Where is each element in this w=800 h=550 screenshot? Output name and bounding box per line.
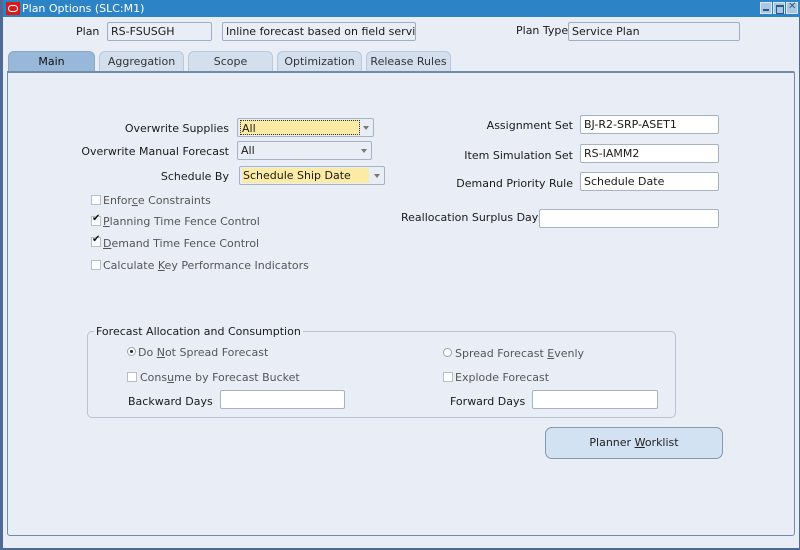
spread-evenly-label[interactable]: Spread Forecast Evenly xyxy=(455,347,584,360)
plan-options-window: Plan Options (SLC:M1) Plan RS-FSUSGH Inl… xyxy=(0,0,800,550)
overwrite-manual-forecast-select[interactable]: All xyxy=(237,141,372,160)
item-simulation-set-label: Item Simulation Set xyxy=(464,149,573,162)
forecast-group-title: Forecast Allocation and Consumption xyxy=(94,325,303,338)
demand-time-fence-label[interactable]: Demand Time Fence Control xyxy=(103,237,259,250)
demand-priority-rule-field[interactable]: Schedule Date xyxy=(580,172,719,191)
planning-time-fence-label[interactable]: Planning Time Fence Control xyxy=(103,215,260,228)
do-not-spread-label[interactable]: Do Not Spread Forecast xyxy=(138,346,268,359)
assignment-set-field[interactable]: BJ-R2-SRP-ASET1 xyxy=(580,115,719,134)
demand-priority-rule-label: Demand Priority Rule xyxy=(456,177,573,190)
chevron-down-icon xyxy=(361,149,367,153)
backward-days-label: Backward Days xyxy=(128,395,213,408)
consume-by-bucket-checkbox[interactable] xyxy=(127,372,137,382)
minimize-icon[interactable] xyxy=(760,2,772,14)
overwrite-supplies-label: Overwrite Supplies xyxy=(124,122,229,135)
overwrite-supplies-select[interactable]: All xyxy=(237,118,374,137)
plan-type-field[interactable]: Service Plan xyxy=(568,22,740,41)
planning-time-fence-checkbox[interactable] xyxy=(91,213,101,226)
schedule-by-value: Schedule Ship Date xyxy=(242,168,369,183)
tab-optimization[interactable]: Optimization xyxy=(277,51,362,71)
title-bar[interactable]: Plan Options (SLC:M1) xyxy=(3,0,800,17)
calculate-kpi-label[interactable]: Calculate Key Performance Indicators xyxy=(103,259,309,272)
plan-field[interactable]: RS-FSUSGH xyxy=(107,22,212,41)
tab-aggregation[interactable]: Aggregation xyxy=(99,51,184,71)
oracle-app-icon xyxy=(6,2,20,15)
enforce-constraints-checkbox[interactable] xyxy=(91,195,101,205)
planner-worklist-button[interactable]: Planner Worklist xyxy=(545,427,723,459)
overwrite-manual-forecast-value: All xyxy=(241,144,255,157)
tab-main[interactable]: Main xyxy=(8,51,95,71)
maximize-icon[interactable] xyxy=(773,2,785,14)
plan-type-label: Plan Type xyxy=(516,24,569,37)
schedule-by-label: Schedule By xyxy=(160,170,229,183)
backward-days-field[interactable] xyxy=(220,390,345,409)
schedule-by-select[interactable]: Schedule Ship Date xyxy=(239,166,385,185)
explode-forecast-checkbox[interactable] xyxy=(443,372,453,382)
main-tab-panel xyxy=(7,71,795,536)
plan-label: Plan xyxy=(76,25,100,38)
tab-release-rules[interactable]: Release Rules xyxy=(366,51,451,71)
demand-time-fence-checkbox[interactable] xyxy=(91,234,101,247)
consume-by-bucket-label[interactable]: Consume by Forecast Bucket xyxy=(140,371,300,384)
chevron-down-icon xyxy=(363,126,369,130)
tab-scope[interactable]: Scope xyxy=(188,51,273,71)
plan-description-field[interactable]: Inline forecast based on field service xyxy=(222,22,416,41)
spread-evenly-radio[interactable] xyxy=(443,348,452,357)
reallocation-surplus-days-label: Reallocation Surplus Days xyxy=(401,211,545,224)
calculate-kpi-checkbox[interactable] xyxy=(91,260,101,270)
forward-days-field[interactable] xyxy=(532,390,658,409)
overwrite-supplies-value: All xyxy=(240,120,360,135)
assignment-set-label: Assignment Set xyxy=(486,119,573,132)
reallocation-surplus-days-field[interactable] xyxy=(539,209,719,228)
forward-days-label: Forward Days xyxy=(450,395,526,408)
enforce-constraints-label[interactable]: Enforce Constraints xyxy=(103,194,211,207)
do-not-spread-radio[interactable] xyxy=(127,347,136,356)
explode-forecast-label[interactable]: Explode Forecast xyxy=(455,371,549,384)
chevron-down-icon xyxy=(374,174,380,178)
window-title: Plan Options (SLC:M1) xyxy=(22,2,145,15)
item-simulation-set-field[interactable]: RS-IAMM2 xyxy=(580,144,719,163)
overwrite-manual-forecast-label: Overwrite Manual Forecast xyxy=(81,145,229,158)
close-icon[interactable] xyxy=(786,1,798,14)
